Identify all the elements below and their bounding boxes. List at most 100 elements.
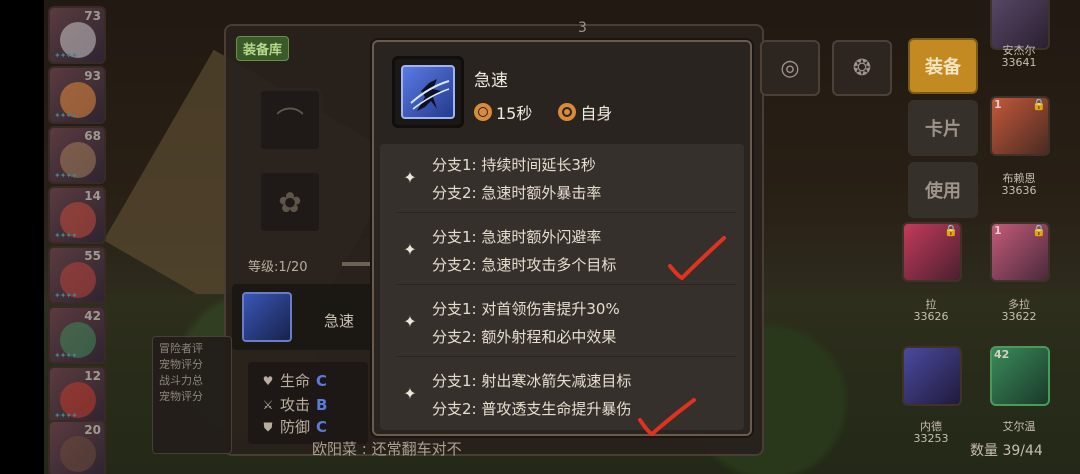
gear-slot-necklace[interactable]: ❂ (832, 40, 892, 96)
hero-card[interactable]: 42 ✦✦✦✦ (48, 306, 106, 364)
star-rating: ✦✦✦✦ (54, 411, 78, 420)
hero-card-right[interactable]: 1 🔒 多拉 33622 (984, 216, 1054, 336)
branch-1-text: 分支1: 持续时间延长3秒 (432, 156, 596, 174)
hero-level: 1 (994, 98, 1002, 111)
clock-icon (474, 103, 492, 121)
stat-label: 生命 (280, 372, 311, 390)
hero-power: 33626 (913, 310, 949, 323)
sparkle-icon: ✦ (403, 240, 417, 259)
star-rating: ✦✦✦✦ (54, 351, 78, 360)
lock-icon: 🔒 (1032, 224, 1046, 237)
hero-card-right[interactable]: 1 🔒 布赖恩 33636 (984, 90, 1054, 210)
haste-skill-icon (242, 292, 292, 342)
star-rating: ✦✦✦✦ (54, 111, 78, 120)
red-checkmark-annotation (668, 236, 726, 281)
info-line: 冒险者评 (159, 342, 203, 355)
branch-2-text: 分支2: 额外射程和必中效果 (432, 328, 617, 346)
hero-card-right[interactable]: 内德 33253 (896, 340, 966, 460)
hero-card[interactable]: 14 ✦✦✦✦ (48, 186, 106, 244)
info-line: 宠物评分 (159, 358, 203, 371)
lock-icon: 🔒 (944, 224, 958, 237)
gear-slot-ring[interactable]: ◎ (760, 40, 820, 96)
branch-list: ✦ 分支1: 持续时间延长3秒 分支2: 急速时额外暴击率 ✦ 分支1: 急速时… (380, 144, 744, 430)
hero-portrait (902, 346, 962, 406)
skill-name: 急速 (324, 312, 355, 330)
use-button[interactable]: 使用 (908, 162, 978, 218)
divider (396, 212, 736, 213)
branch-2-text: 分支2: 急速时攻击多个目标 (432, 256, 617, 274)
top-number: 3 (578, 20, 587, 36)
hero-card[interactable]: 55 ✦✦✦✦ (48, 246, 106, 304)
hero-name: 艾尔温 (1002, 420, 1036, 433)
shield-icon: ⛊ (263, 419, 273, 434)
star-rating: ✦✦✦✦ (54, 231, 78, 240)
card-button[interactable]: 卡片 (908, 100, 978, 156)
hero-level: 55 (84, 249, 101, 263)
skill-title: 急速 (474, 71, 508, 91)
hero-card[interactable]: 20 (48, 420, 106, 474)
red-checkmark-annotation (638, 398, 696, 437)
branch-item: ✦ 分支1: 对首领伤害提升30% 分支2: 额外射程和必中效果 (380, 288, 744, 358)
target-value: 自身 (580, 104, 613, 123)
level-progress-bar (342, 262, 372, 266)
hero-card[interactable]: 73 ✦✦✦✦ (48, 6, 106, 64)
stat-grade-box: ♥ 生命 C ⚔ 攻击 B ⛊ 防御 C (248, 362, 368, 444)
stat-defense: ⛊ 防御 C (262, 416, 327, 437)
left-hero-list: 73 ✦✦✦✦ 93 ✦✦✦✦ 68 ✦✦✦✦ 14 ✦✦✦✦ 55 ✦✦✦✦ 42 ✦✦✦… (44, 0, 106, 474)
hero-portrait (60, 436, 96, 472)
branch-2-text: 分支2: 普攻透支生命提升暴伤 (432, 400, 632, 418)
heart-icon: ♥ (262, 373, 274, 388)
hero-card[interactable]: 12 ✦✦✦✦ (48, 366, 106, 424)
hero-level: 14 (84, 189, 101, 203)
duration-value: 15秒 (496, 104, 533, 123)
stat-grade: B (316, 395, 328, 414)
hero-level: 73 (84, 9, 101, 23)
star-rating: ✦✦✦✦ (54, 291, 78, 300)
equipment-library-tag[interactable]: 装备库 (236, 36, 290, 61)
hero-power: 33253 (913, 432, 949, 445)
stat-grade: C (316, 371, 328, 390)
bow-icon: ⌒ (275, 105, 304, 138)
skill-target: 自身 (558, 100, 612, 124)
paw-icon: ✿ (278, 185, 302, 219)
sword-icon: ⚔ (262, 397, 274, 412)
hero-level: 12 (84, 369, 101, 383)
branch-1-text: 分支1: 急速时额外闪避率 (432, 228, 602, 246)
hero-card-right[interactable]: 🔒 拉 33626 (896, 216, 966, 336)
branch-2-text: 分支2: 急速时额外暴击率 (432, 184, 602, 202)
necklace-icon: ❂ (852, 55, 872, 81)
equip-level-text: 等级:1/20 (248, 260, 308, 275)
selected-skill-row[interactable]: 急速 (232, 284, 376, 350)
star-rating: ✦✦✦✦ (54, 51, 78, 60)
divider (396, 356, 736, 357)
hero-count: 数量 39/44 (970, 443, 1043, 459)
ring-icon: ◎ (780, 55, 800, 81)
score-info-box: 冒险者评 宠物评分 战斗力总 宠物评分 (152, 336, 232, 454)
hero-level: 93 (84, 69, 101, 83)
skill-meta: 15秒 自身 (474, 100, 612, 124)
divider (396, 284, 736, 285)
stat-label: 防御 (280, 418, 311, 436)
sparkle-icon: ✦ (403, 168, 417, 187)
info-line: 战斗力总 (159, 374, 203, 387)
hero-power: 33641 (1001, 56, 1037, 69)
haste-skill-icon (401, 65, 455, 119)
haste-skill-icon-frame (392, 56, 464, 128)
equip-slot-pet[interactable]: ✿ (258, 170, 322, 234)
branch-1-text: 分支1: 射出寒冰箭矢减速目标 (432, 372, 632, 390)
hero-level: 42 (84, 309, 101, 323)
hero-card[interactable]: 68 ✦✦✦✦ (48, 126, 106, 184)
lock-icon: 🔒 (1032, 98, 1046, 111)
target-icon (558, 103, 577, 121)
hero-card[interactable]: 93 ✦✦✦✦ (48, 66, 106, 124)
sparkle-icon: ✦ (403, 312, 417, 331)
hero-power: 33636 (1001, 184, 1037, 197)
equip-slot-bow[interactable]: ⌒ (258, 88, 322, 152)
hero-power: 33622 (1001, 310, 1037, 323)
stat-attack: ⚔ 攻击 B (262, 394, 328, 415)
info-line: 宠物评分 (159, 390, 203, 403)
branch-item: ✦ 分支1: 持续时间延长3秒 分支2: 急速时额外暴击率 (380, 144, 744, 214)
equip-button[interactable]: 装备 (908, 38, 978, 94)
star-rating: ✦✦✦✦ (54, 171, 78, 180)
branch-1-text: 分支1: 对首领伤害提升30% (432, 300, 620, 318)
